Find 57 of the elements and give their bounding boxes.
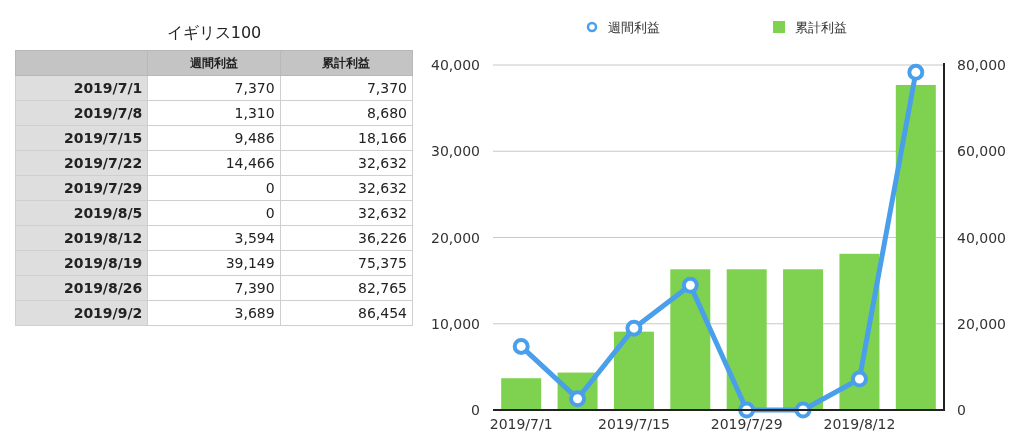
axis-label: 20,000 <box>957 315 1006 332</box>
table-cell: 1,310 <box>147 100 281 126</box>
data-point <box>625 319 643 337</box>
axis-label: 10,000 <box>431 315 480 332</box>
column-header: 累計利益 <box>280 50 413 76</box>
table-title: イギリス100 <box>165 22 263 44</box>
axis-label: 30,000 <box>431 143 480 160</box>
row-header: 2019/7/22 <box>15 150 148 176</box>
axis-label: 0 <box>957 402 966 418</box>
axis-label: 80,000 <box>957 57 1006 73</box>
table-cell: 36,226 <box>280 225 413 251</box>
legend-label: 累計利益 <box>795 20 847 35</box>
data-point <box>794 401 812 419</box>
row-header: 2019/9/2 <box>15 300 148 326</box>
column-header: 週間利益 <box>147 50 281 76</box>
axis-label: 20,000 <box>431 229 480 246</box>
table-cell: 32,632 <box>280 175 413 201</box>
table-cell: 3,594 <box>147 225 281 251</box>
table-cell: 32,632 <box>280 200 413 226</box>
table-cell: 7,390 <box>147 275 281 301</box>
table-cell: 0 <box>147 175 281 201</box>
row-header: 2019/7/1 <box>15 75 148 101</box>
data-point <box>850 370 868 388</box>
axis-label: 40,000 <box>957 229 1006 246</box>
table-cell: 3,689 <box>147 300 281 326</box>
row-header: 2019/8/26 <box>15 275 148 301</box>
table-cell: 32,632 <box>280 150 413 176</box>
row-header: 2019/8/12 <box>15 225 148 251</box>
data-point <box>681 276 699 294</box>
axis-label: 0 <box>471 402 480 418</box>
table-cell: 8,680 <box>280 100 413 126</box>
table-cell: 7,370 <box>147 75 281 101</box>
axis-label: 2019/8/12 <box>823 416 896 432</box>
data-point <box>512 337 530 355</box>
row-header: 2019/7/29 <box>15 175 148 201</box>
row-header: 2019/8/5 <box>15 200 148 226</box>
table-cell: 14,466 <box>147 150 281 176</box>
table-cell: 86,454 <box>280 300 413 326</box>
axis-label: 2019/7/1 <box>489 416 553 432</box>
table-cell: 18,166 <box>280 125 413 151</box>
data-point <box>738 401 756 419</box>
row-header: 2019/7/15 <box>15 125 148 151</box>
axis-label: 40,000 <box>431 57 480 73</box>
data-point <box>907 63 925 81</box>
table-cell: 82,765 <box>280 275 413 301</box>
row-header: 2019/8/19 <box>15 250 148 276</box>
axis-label: 60,000 <box>957 143 1006 160</box>
table-cell: 0 <box>147 200 281 226</box>
legend-label: 週間利益 <box>608 20 660 35</box>
row-header: 2019/7/8 <box>15 100 148 126</box>
table-cell: 9,486 <box>147 125 281 151</box>
axis-label: 2019/7/15 <box>598 416 670 432</box>
data-point <box>569 390 587 408</box>
table-cell: 39,149 <box>147 250 281 276</box>
table-cell: 7,370 <box>280 75 413 101</box>
axis-label: 2019/7/29 <box>710 416 783 432</box>
table-cell: 75,375 <box>280 250 413 276</box>
